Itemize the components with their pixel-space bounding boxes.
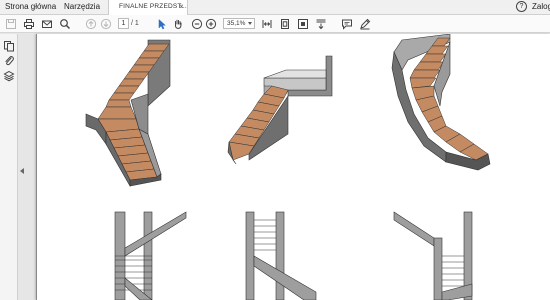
plan-view-3: [393, 211, 473, 300]
select-cursor-icon[interactable]: [155, 17, 169, 31]
save-icon[interactable]: [4, 17, 18, 31]
page-total: / 1: [131, 20, 139, 27]
pen-icon[interactable]: [358, 17, 372, 31]
page-up-icon[interactable]: [84, 17, 98, 31]
zoom-value: 35,1%: [227, 20, 246, 27]
pdf-viewer-window: Strona główna Narzędzia FINALNE PRZEDST.…: [0, 0, 550, 300]
staircase-drawings: [85, 34, 491, 300]
tab-tools[interactable]: Narzędzia: [64, 1, 100, 13]
chevron-down-icon: [248, 22, 252, 25]
fit-page-icon[interactable]: [278, 17, 292, 31]
search-icon[interactable]: [58, 17, 72, 31]
plan-view-1: [114, 211, 187, 300]
print-icon[interactable]: [22, 17, 36, 31]
toolbar: 1 / 1 35,1%: [0, 15, 550, 33]
staircase-view-2: [227, 55, 333, 165]
zoom-in-icon[interactable]: [204, 17, 218, 31]
page-number-input[interactable]: 1: [118, 18, 129, 29]
comment-icon[interactable]: [340, 17, 354, 31]
close-tab-icon[interactable]: ×: [176, 1, 187, 12]
attachment-icon[interactable]: [3, 55, 15, 67]
staircase-view-1: [85, 39, 171, 188]
fit-width-icon[interactable]: [260, 17, 274, 31]
tab-bar: Strona główna Narzędzia FINALNE PRZEDST.…: [0, 0, 550, 15]
help-icon[interactable]: ?: [516, 1, 527, 12]
page-down-icon[interactable]: [99, 17, 113, 31]
zoom-out-icon[interactable]: [190, 17, 204, 31]
tab-home[interactable]: Strona główna: [5, 1, 56, 13]
fullscreen-icon[interactable]: [296, 17, 310, 31]
hand-tool-icon[interactable]: [171, 17, 185, 31]
staircase-view-3: [391, 34, 491, 171]
document-page: [36, 34, 550, 300]
copy-pages-icon[interactable]: [3, 40, 15, 52]
collapse-panel-icon[interactable]: [20, 168, 24, 174]
login-link[interactable]: Zalog: [532, 1, 550, 13]
side-panel: [0, 34, 18, 300]
scroll-mode-icon[interactable]: [314, 17, 328, 31]
plan-view-2: [245, 211, 317, 300]
layers-icon[interactable]: [3, 70, 15, 82]
zoom-select[interactable]: 35,1%: [223, 18, 255, 29]
tab-document[interactable]: FINALNE PRZEDST... ×: [108, 0, 188, 15]
email-icon[interactable]: [40, 17, 54, 31]
